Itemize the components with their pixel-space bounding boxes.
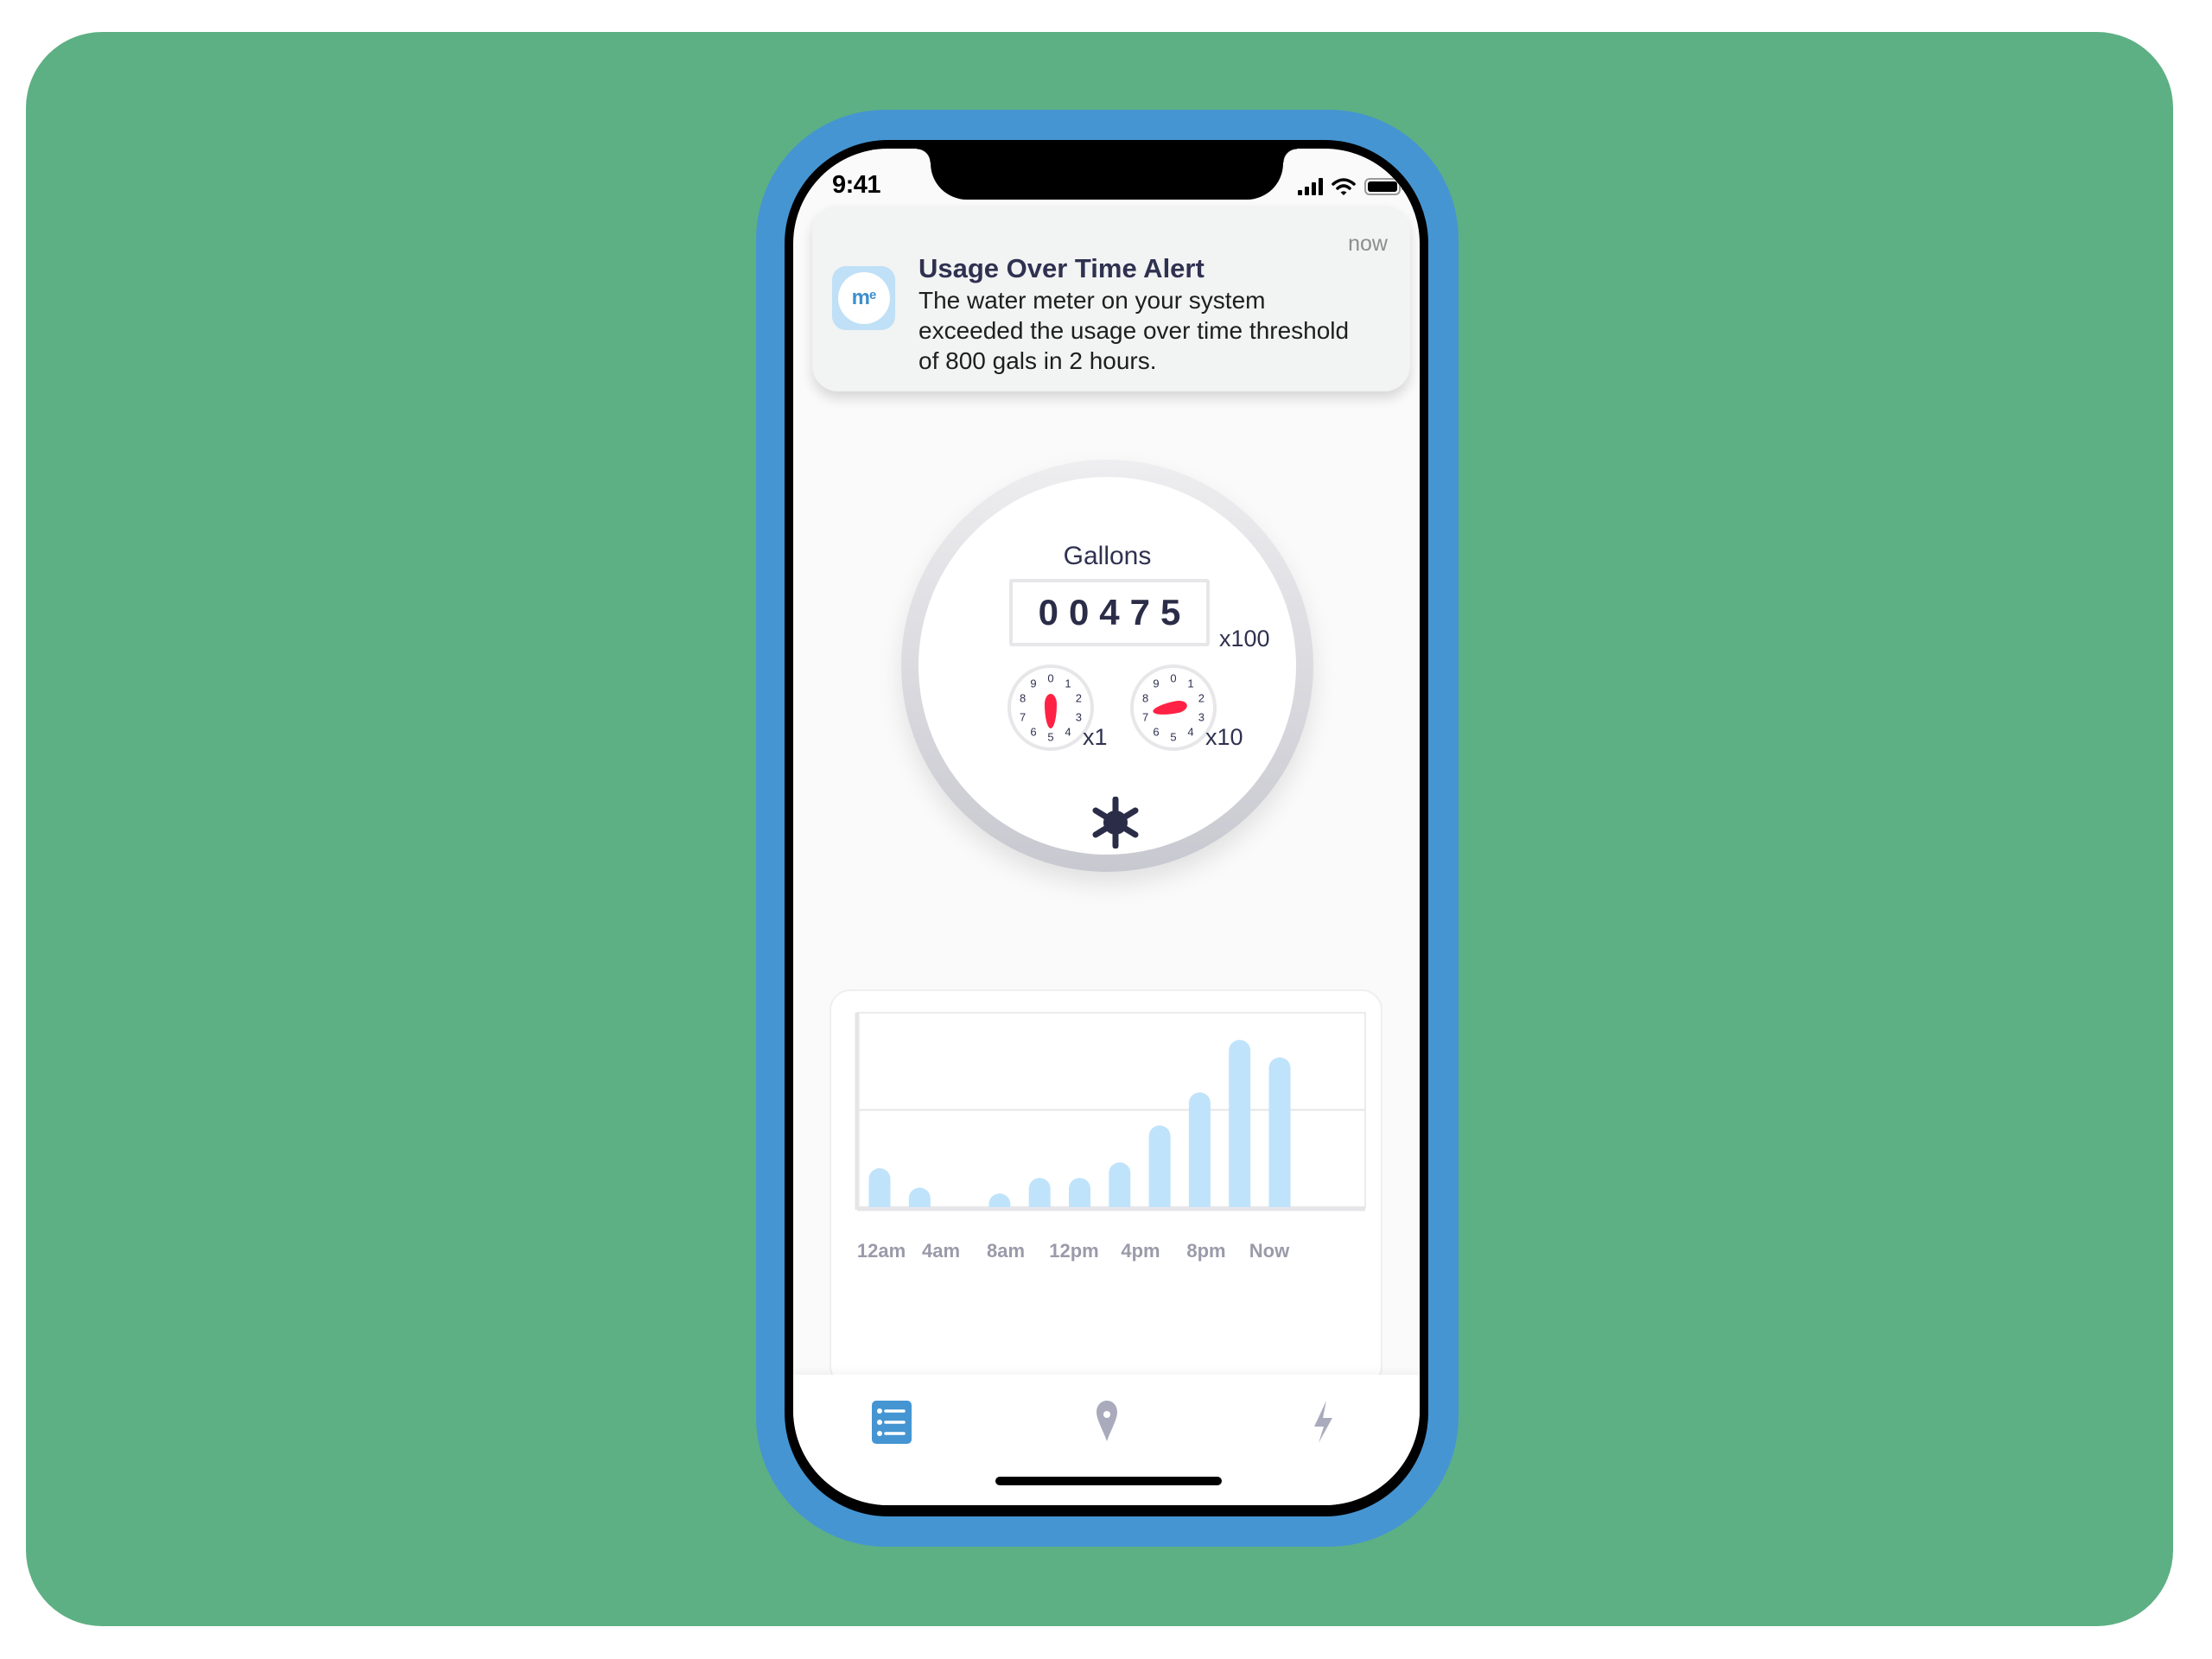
dial-number: 1: [1065, 677, 1071, 690]
counter-multiplier: x100: [1219, 626, 1270, 652]
chart-bar: [1028, 1178, 1051, 1207]
lightning-bolt-icon: [1314, 1401, 1332, 1443]
chart-bar: [1188, 1092, 1211, 1207]
tab-location[interactable]: [1086, 1401, 1128, 1444]
chart-bar: [1268, 1057, 1291, 1207]
me-app-icon: me: [832, 266, 895, 330]
dial-number: 7: [1020, 710, 1027, 723]
notification-title: Usage Over Time Alert: [918, 253, 1205, 283]
battery-icon: [1364, 178, 1404, 195]
dial-number: 2: [1075, 691, 1082, 705]
map-pin-icon: [1096, 1401, 1117, 1441]
water-meter: Gallons 00475 x100 0123456789 x1 0123456…: [901, 460, 1313, 872]
notification-time: now: [1348, 232, 1388, 256]
dial-number: 0: [1170, 671, 1177, 685]
notification-body: The water meter on your system exceeded …: [918, 287, 1350, 374]
dial-needle: [1045, 694, 1057, 728]
dial-needle: [1152, 699, 1189, 718]
dial-number: 7: [1142, 710, 1149, 723]
dial-x1: 012 34567 89: [1007, 664, 1094, 751]
x-tick-label: 4pm: [1121, 1240, 1160, 1262]
chart-bar: [1069, 1178, 1090, 1207]
x-tick-label: 12am: [857, 1240, 906, 1262]
dial-number: 4: [1065, 725, 1071, 738]
x-tick-label: 8pm: [1186, 1240, 1225, 1262]
wifi-icon: [1332, 178, 1356, 195]
x-tick-label: Now: [1249, 1240, 1290, 1262]
dial-number: 8: [1142, 691, 1149, 705]
dial-x1-multiplier: x1: [1083, 724, 1108, 750]
dial-number: 2: [1198, 691, 1205, 705]
status-icons: [1298, 176, 1404, 197]
dial-number: 1: [1187, 677, 1194, 690]
dial-x10-multiplier: x10: [1205, 724, 1243, 750]
meter-counter-value: 00475: [1038, 592, 1192, 632]
home-indicator[interactable]: [995, 1477, 1222, 1485]
dial-number: 4: [1187, 725, 1194, 738]
chart-bar: [1109, 1162, 1131, 1207]
dial-number: 5: [1047, 730, 1054, 744]
dial-number: 6: [1153, 725, 1160, 738]
dial-number: 6: [1030, 725, 1037, 738]
x-tick-label: 4am: [922, 1240, 960, 1262]
dial-number: 8: [1020, 691, 1027, 705]
chart-bar: [868, 1168, 891, 1207]
dial-number: 0: [1047, 671, 1054, 685]
tab-list[interactable]: [871, 1401, 912, 1444]
meter-counter: 00475: [1009, 579, 1210, 646]
x-tick-label: 12pm: [1049, 1240, 1098, 1262]
dial-x10: 012 34567 89: [1130, 664, 1217, 751]
chart-bar: [1148, 1125, 1171, 1207]
meter-face: Gallons 00475 x100 0123456789 x1 0123456…: [918, 477, 1296, 855]
cellular-signal-icon: [1298, 178, 1323, 195]
tab-power[interactable]: [1303, 1401, 1344, 1444]
usage-chart-card: 12am4am8am12pm4pm8pmNow DayWeekMonthYear: [830, 989, 1382, 1484]
x-tick-label: 8am: [987, 1240, 1025, 1262]
dial-number: 5: [1170, 730, 1177, 744]
flow-indicator-star-icon: [1092, 797, 1139, 849]
notification-banner[interactable]: me Usage Over Time Alert The water meter…: [812, 206, 1410, 391]
dial-number: 3: [1075, 710, 1082, 723]
phone-screen: 9:41 me Usage Over Time Alert The water …: [793, 149, 1420, 1505]
dial-number: 3: [1198, 710, 1205, 723]
chart-bar: [1229, 1039, 1251, 1207]
notch: [917, 149, 1297, 200]
usage-bar-chart: 12am 4am 8am 12pm 4pm 8pm Now: [855, 1012, 1366, 1262]
dial-number: 9: [1153, 677, 1160, 690]
list-icon: [872, 1401, 912, 1444]
tab-bar: [793, 1375, 1420, 1505]
dial-number: 9: [1030, 677, 1037, 690]
meter-unit-label: Gallons: [1063, 542, 1152, 570]
status-time: 9:41: [832, 171, 881, 199]
